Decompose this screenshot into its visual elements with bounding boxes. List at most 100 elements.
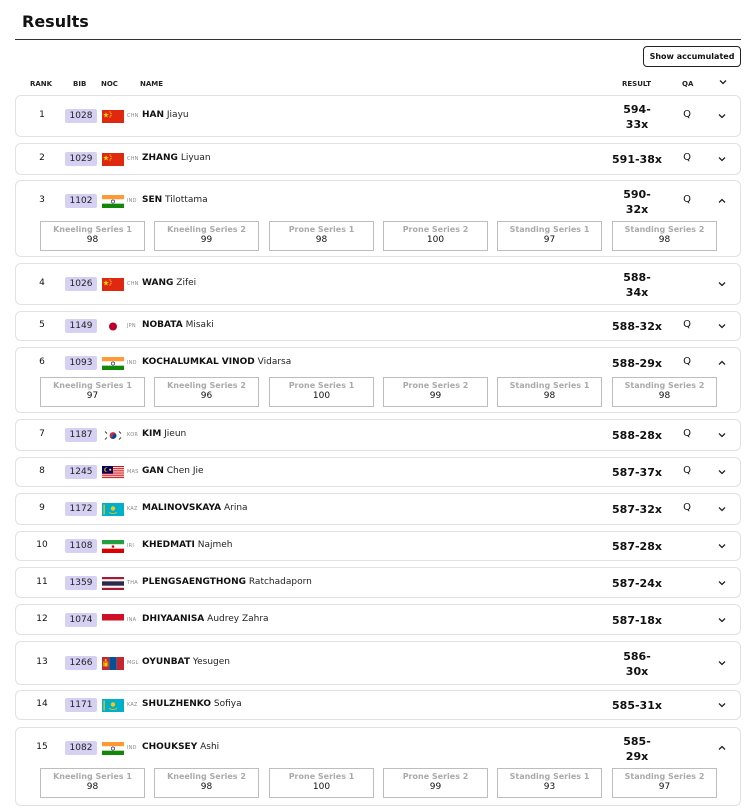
athlete-given-name: Tilottama: [165, 195, 208, 205]
results-row[interactable]: 14 1171 KAZ SHULZHENKO Sofiya 585-31x: [15, 690, 741, 720]
athlete-given-name: Audrey Zahra: [207, 614, 269, 624]
series-value: 99: [429, 782, 442, 792]
series-label: Kneeling Series 2: [167, 225, 246, 234]
result-score: 587-18x: [608, 613, 666, 628]
series-value: 99: [429, 391, 442, 401]
result-line-1: 594-: [623, 103, 651, 116]
result-line-1: 587-24x: [612, 577, 662, 590]
results-row[interactable]: 8 1245 MAS GAN Chen Jie 587-37x Q: [15, 457, 741, 487]
noc-code: MGL: [127, 660, 139, 666]
athlete-name: OYUNBAT Yesugen: [142, 657, 230, 667]
athlete-name: SHULZHENKO Sofiya: [142, 699, 242, 709]
result-line-2: 29x: [625, 750, 649, 763]
chevron-down-icon[interactable]: [716, 321, 728, 331]
rank-cell: 13: [36, 657, 48, 667]
result-line-2: 32x: [625, 203, 649, 216]
results-row[interactable]: 2 1029 CHN ZHANG Liyuan 591-38x Q: [15, 143, 741, 175]
chn-flag-icon: [102, 110, 124, 123]
show-accumulated-button[interactable]: Show accumulated: [643, 46, 741, 67]
series-value: 98: [543, 391, 556, 401]
athlete-given-name: Yesugen: [192, 657, 231, 667]
series-label: Kneeling Series 1: [53, 772, 132, 781]
result-line-1: 587-37x: [612, 466, 662, 479]
series-value: 98: [86, 782, 99, 792]
result-score: 588- 34x: [608, 270, 666, 300]
results-row[interactable]: 5 1149 JPN NOBATA Misaki 588-32x Q: [15, 311, 741, 341]
results-row[interactable]: 12 1074 INA DHIYAANISA Audrey Zahra 587-18x: [15, 604, 741, 635]
result-line-1: 588-28x: [612, 429, 662, 442]
result-line-1: 585-: [623, 735, 651, 748]
result-score: 588-32x: [608, 319, 666, 334]
chevron-down-icon[interactable]: [716, 467, 728, 477]
athlete-surname: OYUNBAT: [142, 657, 190, 667]
series-score-box: Standing Series 1 97: [497, 221, 602, 251]
results-row[interactable]: 4 1026 CHN WANG Zifei 588- 34x: [15, 263, 741, 305]
chevron-up-icon[interactable]: [716, 358, 728, 368]
result-line-1: 587-28x: [612, 540, 662, 553]
results-row[interactable]: 1 1028 CHN HAN Jiayu 594- 33x Q: [15, 95, 741, 137]
bib-badge: 1171: [65, 698, 97, 712]
results-row[interactable]: 11 1359 THA PLENGSAENGTHONG Ratchadaporn 587…: [15, 567, 741, 598]
series-label: Kneeling Series 2: [167, 381, 246, 390]
results-row[interactable]: 10 1108 IRI KHEDMATI Najmeh 587-28x: [15, 531, 741, 561]
kaz-flag-icon: [102, 503, 124, 516]
chevron-down-icon[interactable]: [716, 700, 728, 710]
chevron-down-icon[interactable]: [716, 504, 728, 514]
series-score-box: Prone Series 2 99: [383, 377, 488, 407]
bib-badge: 1266: [65, 656, 97, 670]
rank-cell: 10: [36, 540, 48, 550]
chevron-down-icon[interactable]: [716, 279, 728, 289]
series-label: Prone Series 1: [288, 772, 355, 781]
result-score: 586- 30x: [608, 649, 666, 679]
athlete-name: MALINOVSKAYA Arina: [142, 503, 248, 513]
rank-cell: 14: [36, 699, 48, 709]
chevron-down-icon[interactable]: [716, 541, 728, 551]
bib-badge: 1172: [65, 502, 97, 516]
result-line-1: 588-29x: [612, 357, 662, 370]
result-score: 587-28x: [608, 539, 666, 554]
chevron-down-icon[interactable]: [716, 578, 728, 588]
chevron-down-icon[interactable]: [716, 430, 728, 440]
series-value: 98: [658, 391, 671, 401]
series-label: Prone Series 2: [402, 772, 469, 781]
rank-cell: 7: [39, 429, 45, 439]
chevron-down-icon[interactable]: [716, 658, 728, 668]
expand-all-chevron-icon[interactable]: [718, 78, 728, 86]
chevron-down-icon[interactable]: [716, 154, 728, 164]
qualification-mark: Q: [683, 319, 691, 330]
results-row[interactable]: 3 1102 IND SEN Tilottama 590- 32x Q Kneeling Se…: [15, 180, 741, 257]
noc-code: CHN: [127, 113, 139, 119]
athlete-given-name: Zifei: [176, 278, 197, 288]
chevron-up-icon[interactable]: [716, 743, 728, 753]
kor-flag-icon: [102, 429, 124, 442]
result-score: 594- 33x: [608, 102, 666, 132]
series-value: 97: [543, 235, 556, 245]
qualification-mark: Q: [683, 356, 691, 367]
qualification-mark: Q: [683, 502, 691, 513]
result-line-2: 30x: [625, 665, 649, 678]
result-score: 587-24x: [608, 576, 666, 591]
results-row[interactable]: 6 1093 IND KOCHALUMKAL VINOD Vidarsa 588-29x…: [15, 347, 741, 413]
athlete-given-name: Jieun: [164, 429, 187, 439]
noc-code: IND: [127, 360, 137, 366]
kaz-flag-icon: [102, 699, 124, 712]
athlete-surname: KOCHALUMKAL VINOD: [142, 357, 255, 367]
noc-code: KAZ: [127, 506, 138, 512]
chevron-down-icon[interactable]: [716, 615, 728, 625]
athlete-name: KIM Jieun: [142, 429, 186, 439]
chevron-up-icon[interactable]: [716, 196, 728, 206]
series-label: Standing Series 1: [509, 772, 590, 781]
results-row[interactable]: 13 1266 MGL OYUNBAT Yesugen 586- 30x: [15, 641, 741, 685]
mgl-flag-icon: [102, 657, 124, 670]
qualification-mark: Q: [683, 109, 691, 120]
athlete-given-name: Chen Jie: [166, 466, 204, 476]
athlete-surname: KIM: [142, 429, 162, 439]
bib-badge: 1082: [65, 741, 97, 755]
chevron-down-icon[interactable]: [716, 111, 728, 121]
results-row[interactable]: 9 1172 KAZ MALINOVSKAYA Arina 587-32x Q: [15, 493, 741, 525]
series-label: Standing Series 1: [509, 225, 590, 234]
series-score-box: Kneeling Series 2 99: [154, 221, 259, 251]
results-row[interactable]: 15 1082 IND CHOUKSEY Ashi 585- 29x Kneeling Se…: [15, 727, 741, 806]
athlete-given-name: Misaki: [185, 320, 214, 330]
results-row[interactable]: 7 1187 KOR KIM Jieun 588-28x Q: [15, 419, 741, 451]
